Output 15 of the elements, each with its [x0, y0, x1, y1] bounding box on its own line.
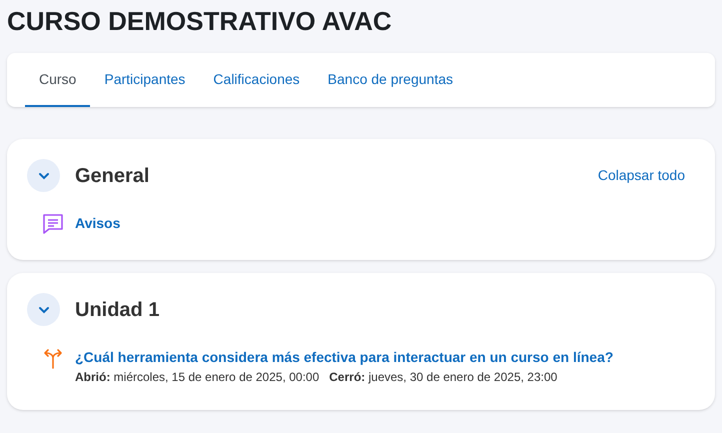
- section-title: Unidad 1: [75, 298, 160, 322]
- activity-date: Abrió: miércoles, 15 de enero de 2025, 00:00: [75, 369, 320, 386]
- tab[interactable]: Banco de preguntas: [314, 53, 467, 107]
- section-title: General: [75, 164, 150, 188]
- collapse-toggle[interactable]: [27, 293, 60, 326]
- activity-link[interactable]: Avisos: [75, 212, 120, 234]
- tab[interactable]: Curso: [25, 53, 90, 107]
- page-title: CURSO DEMOSTRATIVO AVAC: [7, 5, 393, 38]
- tab[interactable]: Calificaciones: [199, 53, 314, 107]
- collapse-toggle[interactable]: [27, 159, 60, 192]
- speech-bubble-icon: [41, 212, 65, 236]
- tab[interactable]: Participantes: [90, 53, 200, 107]
- activity-date: Cerró: jueves, 30 de enero de 2025, 23:00: [329, 369, 558, 386]
- collapse-all-link[interactable]: Colapsar todo: [598, 165, 685, 186]
- activity-link[interactable]: ¿Cuál herramienta considera más efectiva para interactuar en un curso en línea?: [75, 346, 614, 368]
